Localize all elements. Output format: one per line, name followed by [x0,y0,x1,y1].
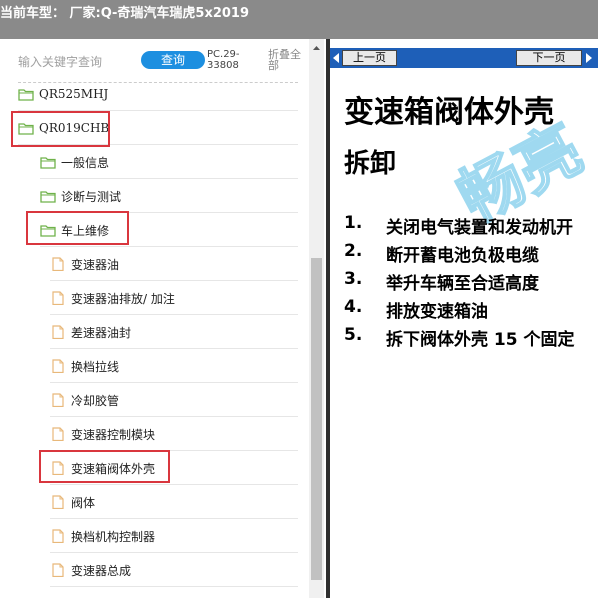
tree-node[interactable]: 阀体 [50,485,298,519]
folder-icon [40,189,56,203]
navigation-pane: 查询 PC.29-33808 折叠全部 QR525MHJQR019CHB一般信息… [0,39,326,598]
tree-node-label: 换档机构控制器 [71,529,156,544]
tree-node[interactable]: 差速器油封 [50,315,298,349]
step-item: 5. 拆下阀体外壳 15 个固定 [344,325,598,353]
document-pane: 上一页 下一页 畅亮 变速箱阀体外壳 拆卸 1. 关闭电气装置和发动机开 2. 断开蓄… [330,39,598,598]
step-number: 5. [344,325,363,345]
step-number: 4. [344,297,363,317]
tree-node-label: 变速器总成 [71,563,132,578]
document-icon [50,529,66,544]
step-item: 3. 举升车辆至合适高度 [344,269,598,297]
tree-node-label: 换档拉线 [71,359,120,374]
query-button[interactable]: 查询 [141,51,205,69]
document-icon [50,257,66,272]
tree-row-divider [50,586,298,587]
step-item: 4. 排放变速箱油 [344,297,598,325]
arrow-right-icon[interactable] [586,53,592,63]
tree-node[interactable]: 变速器油排放/ 加注 [50,281,298,315]
tree-node[interactable]: 换档机构控制器 [50,519,298,553]
step-item: 1. 关闭电气装置和发动机开 [344,213,598,241]
document-icon [50,359,66,374]
search-row: 查询 PC.29-33808 折叠全部 [18,49,308,77]
section-heading: 拆卸 [344,149,397,179]
tree-node-label: 变速器油 [71,257,120,272]
search-input[interactable] [18,53,138,71]
step-text: 断开蓄电池负极电缆 [386,246,539,266]
tree-node-label: 变速器油排放/ 加注 [71,291,175,306]
step-text: 关闭电气装置和发动机开 [386,218,573,238]
tree-node[interactable]: 换档拉线 [50,349,298,383]
window-title-bar: 当前车型： 厂家:Q-奇瑞汽车瑞虎5x2019 [0,0,598,39]
highlight-box-qr019chb [11,111,110,147]
tree-node-label: 冷却胶管 [71,393,120,408]
step-item: 2. 断开蓄电池负极电缆 [344,241,598,269]
page-nav-bar: 上一页 下一页 [330,48,598,68]
document-icon [50,291,66,306]
document-icon [50,427,66,442]
next-page-button[interactable]: 下一页 [516,50,582,66]
tree-node[interactable]: 变速器油 [50,247,298,281]
current-vehicle-label: 当前车型： 厂家:Q-奇瑞汽车瑞虎5x2019 [0,6,250,21]
tree-node[interactable]: QR525MHJ [18,77,298,111]
highlight-box-onboard-repair [26,211,129,245]
step-number: 2. [344,241,363,261]
folder-icon [18,87,34,101]
tree-node-label: 阀体 [71,495,96,510]
arrow-left-icon[interactable] [333,53,339,63]
steps-list: 1. 关闭电气装置和发动机开 2. 断开蓄电池负极电缆 3. 举升车辆至合适高度 4. 排放变… [344,213,598,353]
scrollbar-thumb[interactable] [311,258,322,580]
folder-icon [40,155,56,169]
pc-code-label: PC.29-33808 [207,49,240,71]
document-icon [50,495,66,510]
tree-node-label: 诊断与测试 [61,189,122,204]
tree-node-label: 一般信息 [61,155,110,170]
tree-node-label: QR525MHJ [39,87,109,101]
tree-node[interactable]: 变速器总成 [50,553,298,587]
document-icon [50,393,66,408]
scroll-up-arrow-icon[interactable] [309,42,324,54]
highlight-box-valve-body-housing [39,450,170,483]
tree-node[interactable]: 一般信息 [40,145,298,179]
collapse-all-button[interactable]: 折叠全部 [268,49,308,71]
prev-page-button[interactable]: 上一页 [342,50,397,66]
step-number: 1. [344,213,363,233]
tree-node[interactable]: 冷却胶管 [50,383,298,417]
document-icon [50,325,66,340]
step-number: 3. [344,269,363,289]
tree-node-label: 变速器控制模块 [71,427,156,442]
step-text: 举升车辆至合适高度 [386,274,539,294]
tree-node[interactable]: 变速器控制模块 [50,417,298,451]
step-text: 排放变速箱油 [386,302,488,322]
document-title: 变速箱阀体外壳 [344,95,554,130]
tree-node-label: 差速器油封 [71,325,132,340]
tree-node[interactable]: 诊断与测试 [40,179,298,213]
step-text: 拆下阀体外壳 15 个固定 [386,330,575,350]
document-icon [50,563,66,578]
